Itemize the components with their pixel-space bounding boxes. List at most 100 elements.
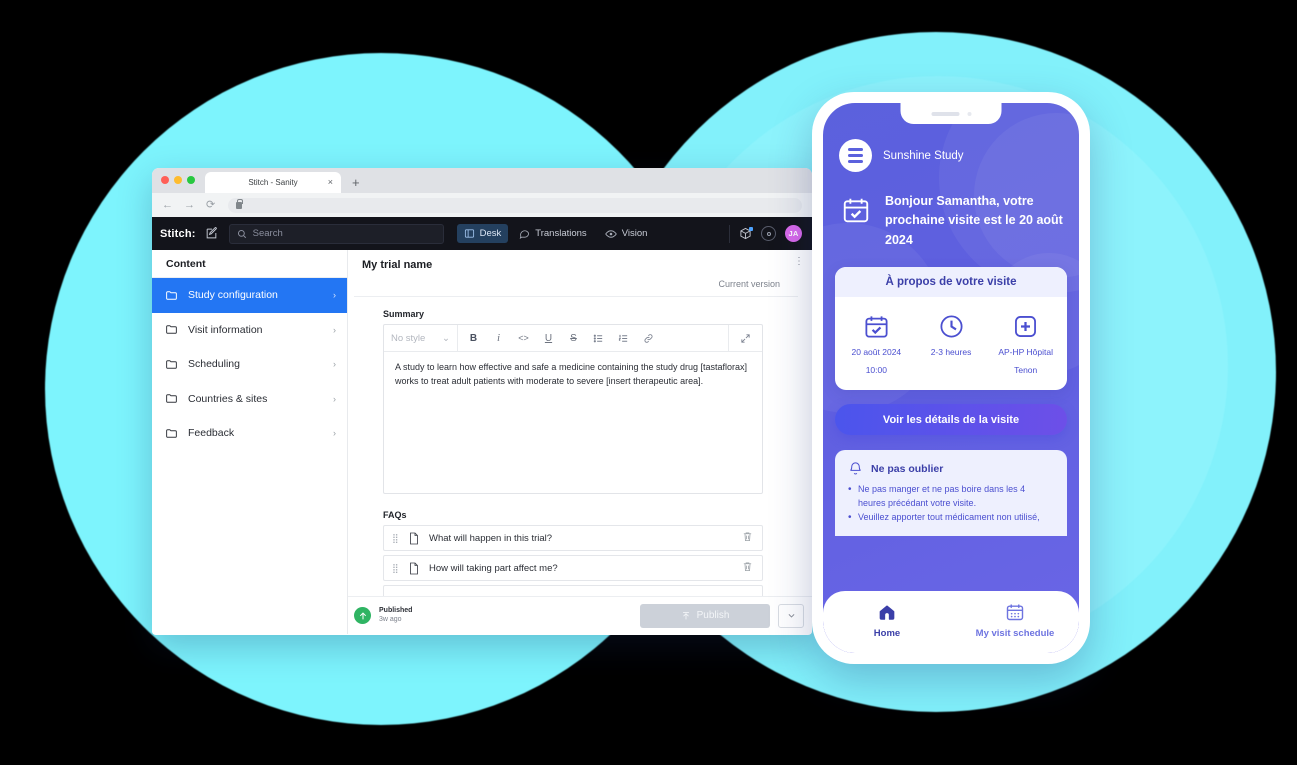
tab-translations-label: Translations (535, 228, 587, 239)
summary-text[interactable]: A study to learn how effective and safe … (384, 352, 762, 493)
tab-translations[interactable]: Translations (512, 224, 593, 243)
compose-icon[interactable] (205, 227, 218, 240)
bottom-nav-visit-schedule-label: My visit schedule (975, 627, 1055, 639)
phone-notch (900, 103, 1002, 124)
faqs-field-label: FAQs (383, 510, 407, 520)
publish-button[interactable]: Publish (640, 603, 770, 628)
numbered-list-button[interactable] (611, 325, 636, 352)
phone-header: Sunshine Study Bonjour Samantha, votre p… (823, 103, 1079, 250)
forward-icon[interactable]: → (184, 199, 195, 211)
sidebar-item-study-configuration[interactable]: Study configuration › (152, 278, 347, 313)
tab-desk-label: Desk (479, 228, 502, 239)
sidebar-item-feedback[interactable]: Feedback › (152, 416, 347, 451)
browser-tab-bar: Stitch - Sanity × + (152, 168, 812, 193)
bottom-nav-home-label: Home (873, 627, 901, 639)
search-icon (237, 229, 246, 238)
browser-tab-title: Stitch - Sanity (248, 178, 298, 187)
visit-details-button-label: Voir les détails de la visite (882, 413, 1020, 426)
trash-icon[interactable] (742, 529, 753, 547)
hospital-cross-icon (988, 310, 1063, 342)
faq-list-item[interactable]: ⣿ What will happen in this trial? (383, 525, 763, 551)
visit-details-button[interactable]: Voir les détails de la visite (835, 404, 1067, 436)
chevron-right-icon: › (333, 393, 336, 404)
home-icon (823, 600, 951, 624)
bottom-nav-visit-schedule[interactable]: My visit schedule (951, 600, 1079, 639)
package-icon[interactable] (739, 227, 753, 240)
tab-desk[interactable]: Desk (456, 224, 509, 243)
reload-icon[interactable]: ⟳ (206, 199, 215, 211)
chevron-right-icon: › (333, 324, 336, 335)
published-status-icon (354, 607, 371, 624)
search-input[interactable]: Search (228, 223, 444, 244)
window-traffic-lights[interactable] (161, 168, 195, 193)
published-time: 3w ago (379, 615, 402, 623)
code-button[interactable]: <> (511, 325, 536, 352)
sidebar-item-scheduling[interactable]: Scheduling › (152, 347, 347, 382)
desk-icon (464, 229, 474, 238)
zoom-window-dot[interactable] (187, 175, 195, 184)
italic-button[interactable]: i (486, 325, 511, 352)
published-label: Published (379, 606, 413, 614)
sidebar-item-countries-and-sites[interactable]: Countries & sites › (152, 382, 347, 417)
gear-icon[interactable] (761, 226, 776, 241)
minimize-window-dot[interactable] (174, 175, 182, 184)
visit-info-date: 20 août 2024 10:00 (839, 310, 914, 378)
sidebar-item-label: Countries & sites (188, 392, 268, 405)
avatar[interactable]: JA (785, 225, 802, 242)
chevron-right-icon: › (333, 359, 336, 370)
chevron-right-icon: › (333, 290, 336, 301)
close-window-dot[interactable] (161, 175, 169, 184)
publish-button-label: Publish (696, 610, 730, 621)
folder-icon (166, 290, 177, 300)
translations-icon (520, 230, 530, 239)
editor-format-buttons: B i <> U S (458, 325, 728, 352)
front-camera (967, 111, 971, 116)
faq-list-item[interactable]: ⣿ How will taking part affect me? (383, 555, 763, 581)
sidebar-item-visit-information[interactable]: Visit information › (152, 313, 347, 348)
publish-options-button[interactable] (778, 603, 804, 628)
phone-brand-row: Sunshine Study (839, 139, 1063, 172)
content-sidebar: Content Study configuration › Visit info… (152, 250, 348, 634)
visit-info-card-title: À propos de votre visite (835, 267, 1067, 298)
app-brand: Stitch: (160, 227, 196, 240)
bottom-nav-home[interactable]: Home (823, 600, 951, 639)
underline-button[interactable]: U (536, 325, 561, 352)
phone-app-title: Sunshine Study (883, 149, 964, 162)
strikethrough-button[interactable]: S (561, 325, 586, 352)
drag-handle-icon[interactable]: ⣿ (392, 534, 399, 543)
rich-text-editor[interactable]: No style ⌄ B i <> U S A study to learn h… (383, 324, 763, 494)
link-button[interactable] (636, 325, 661, 352)
phone-bottom-nav: Home My visit schedule (823, 591, 1079, 653)
sidebar-item-label: Study configuration (188, 289, 278, 302)
sidebar-item-label: Visit information (188, 323, 263, 336)
visit-info-duration-label: 2-3 heures (930, 347, 972, 358)
document-icon (410, 562, 418, 574)
bold-button[interactable]: B (461, 325, 486, 352)
style-select-value: No style (391, 332, 426, 344)
reminder-card-header: Ne pas oublier (848, 461, 1054, 476)
document-pane: ⋮ My trial name Current version Summary … (348, 250, 812, 634)
chevron-down-icon: ⌄ (442, 332, 450, 344)
expand-editor-button[interactable] (728, 324, 762, 352)
document-footer: Published 3w ago Publish (348, 596, 812, 634)
sanity-body: Content Study configuration › Visit info… (152, 250, 812, 634)
bulleted-list-button[interactable] (586, 325, 611, 352)
hamburger-menu-icon[interactable] (839, 139, 872, 172)
trash-icon[interactable] (742, 559, 753, 577)
browser-tab[interactable]: Stitch - Sanity × (205, 172, 341, 193)
eye-icon (604, 229, 617, 238)
faq-question: How will taking part affect me? (429, 562, 558, 574)
drag-handle-icon[interactable]: ⣿ (392, 564, 399, 573)
style-select[interactable]: No style ⌄ (384, 324, 458, 352)
document-icon (410, 532, 418, 544)
more-options-icon[interactable]: ⋮ (794, 257, 804, 267)
close-icon[interactable]: × (328, 178, 333, 187)
address-bar[interactable] (228, 197, 802, 213)
back-icon[interactable]: ← (162, 199, 173, 211)
screenshot-stage: Stitch - Sanity × + ← → ⟳ Stitch: Search… (0, 0, 1297, 765)
new-tab-button[interactable]: + (352, 175, 360, 193)
chevron-right-icon: › (333, 428, 336, 439)
visit-info-location: AP-HP Hôpital Tenon (988, 310, 1063, 378)
tab-vision[interactable]: Vision (598, 224, 655, 244)
visit-info-location-label: AP-HP Hôpital Tenon (998, 347, 1053, 376)
